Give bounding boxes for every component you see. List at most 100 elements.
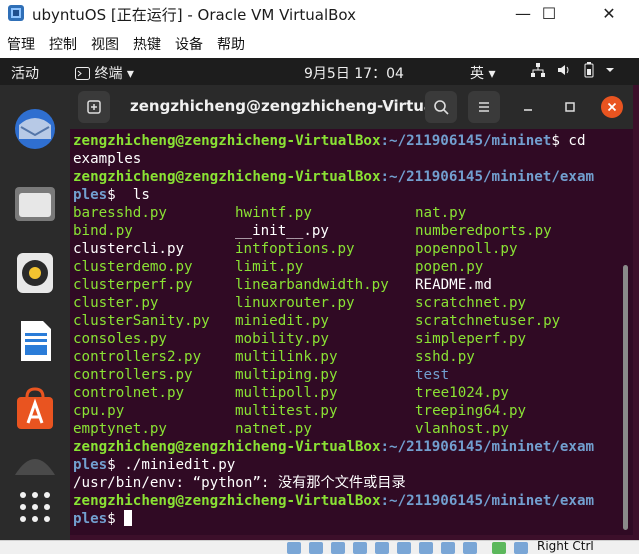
menu-control[interactable]: 控制 — [49, 34, 77, 54]
chevron-down-icon — [606, 68, 615, 72]
display-icon[interactable] — [419, 542, 433, 554]
hard-disk-icon[interactable] — [287, 542, 301, 554]
file-entry: README.md — [415, 277, 492, 293]
menu-devices[interactable]: 设备 — [175, 34, 203, 54]
terminal-small-icon — [75, 67, 90, 80]
clock[interactable]: 9月5日 17：04 — [304, 63, 404, 83]
ls-row: clustercli.py intfoptions.py popenpoll.py — [73, 240, 621, 258]
terminal-close-button[interactable] — [601, 96, 623, 118]
input-method-indicator[interactable]: 英 ▾ — [470, 63, 495, 83]
file-entry: popen.py — [415, 259, 484, 275]
file-entry: controllers.py — [73, 367, 193, 383]
menu-hotkeys[interactable]: 热键 — [133, 34, 161, 54]
system-tray[interactable] — [530, 62, 615, 82]
libreoffice-writer-icon[interactable] — [11, 317, 59, 365]
terminal-line: zengzhicheng@zengzhicheng-VirtualBox:~/2… — [73, 439, 595, 455]
terminal-app-menu[interactable]: 终端 ▾ — [75, 63, 134, 83]
file-entry: vlanhost.py — [415, 421, 509, 437]
network-adapter-icon[interactable] — [353, 542, 367, 554]
file-entry: hwintf.py — [235, 205, 312, 221]
menu-view[interactable]: 视图 — [91, 34, 119, 54]
chevron-down-icon: ▾ — [126, 66, 134, 82]
ls-row: clusterperf.py linearbandwidth.py README.m… — [73, 276, 621, 294]
file-entry: limit.py — [235, 259, 304, 275]
file-entry: controllers2.py — [73, 349, 202, 365]
file-entry: cpu.py — [73, 403, 125, 419]
file-entry: clusterdemo.py — [73, 259, 193, 275]
file-entry: multilink.py — [235, 349, 338, 365]
file-entry: multipoll.py — [235, 385, 338, 401]
file-entry: nat.py — [415, 205, 467, 221]
terminal-header-bar[interactable]: zengzhicheng@zengzhicheng-Virtua... — [70, 85, 633, 129]
terminal-line: examples — [73, 151, 142, 167]
ls-output: baresshd.py hwintf.py nat.py bind.py __init_… — [73, 204, 621, 438]
files-icon[interactable] — [11, 179, 59, 227]
rhythmbox-icon[interactable] — [11, 249, 59, 297]
software-center-icon[interactable] — [11, 385, 59, 433]
terminal-maximize-button[interactable] — [560, 97, 580, 117]
chevron-down-icon: ▾ — [488, 66, 496, 82]
shared-folder-icon[interactable] — [397, 542, 411, 554]
minimize-icon — [524, 109, 532, 111]
menu-help[interactable]: 帮助 — [217, 34, 245, 54]
terminal-window[interactable]: zengzhicheng@zengzhicheng-Virtua... zeng… — [70, 85, 633, 535]
ls-row: controlnet.py multipoll.py tree1024.py — [73, 384, 621, 402]
show-apps-icon[interactable] — [11, 481, 59, 529]
maximize-button[interactable]: ☐ — [526, 0, 572, 27]
file-entry: test — [415, 367, 450, 383]
host-status-bar: Right Ctrl — [0, 540, 639, 554]
search-button[interactable] — [425, 91, 457, 123]
terminal-line: zengzhicheng@zengzhicheng-VirtualBox:~/2… — [73, 493, 595, 509]
gnome-top-bar: 活动 终端 ▾ 9月5日 17：04 英 ▾ — [0, 58, 639, 85]
file-entry: linuxrouter.py — [235, 295, 355, 311]
file-entry: scratchnetuser.py — [415, 313, 561, 329]
file-entry: popenpoll.py — [415, 241, 518, 257]
ls-row: consoles.py mobility.py simpleperf.py — [73, 330, 621, 348]
input-method-label: 英 — [470, 66, 484, 82]
volume-icon — [558, 65, 569, 75]
file-entry: linearbandwidth.py — [235, 277, 389, 293]
file-entry: bind.py — [73, 223, 133, 239]
error-message: /usr/bin/env: “python”: 没有那个文件或目录 — [73, 475, 406, 491]
menu-button[interactable] — [468, 91, 500, 123]
ls-row: baresshd.py hwintf.py nat.py — [73, 204, 621, 222]
file-entry: multiping.py — [235, 367, 338, 383]
maximize-icon — [565, 102, 575, 112]
ls-row: bind.py __init__.py numberedports.py — [73, 222, 621, 240]
new-tab-button[interactable] — [78, 91, 110, 123]
file-entry: intfoptions.py — [235, 241, 355, 257]
terminal-line: zengzhicheng@zengzhicheng-VirtualBox:~/2… — [73, 169, 595, 185]
keyboard-icon[interactable] — [514, 542, 528, 554]
terminal-line: ples$ ./miniedit.py — [73, 457, 236, 473]
ls-row: controllers2.py multilink.py sshd.py — [73, 348, 621, 366]
optical-drive-icon[interactable] — [309, 542, 323, 554]
cpu-icon[interactable] — [463, 542, 477, 554]
mouse-integration-icon[interactable] — [492, 542, 506, 554]
close-window-button[interactable]: ✕ — [586, 0, 632, 27]
file-entry: consoles.py — [73, 331, 167, 347]
usb-icon[interactable] — [375, 542, 389, 554]
file-entry: clusterSanity.py — [73, 313, 210, 329]
thunderbird-icon[interactable] — [11, 105, 59, 153]
menu-manage[interactable]: 管理 — [7, 34, 35, 54]
terminal-scrollbar[interactable] — [623, 265, 628, 530]
file-entry: controlnet.py — [73, 385, 185, 401]
terminal-output[interactable]: zengzhicheng@zengzhicheng-VirtualBox:~/2… — [73, 132, 621, 532]
close-icon — [607, 102, 617, 112]
text-cursor — [124, 510, 133, 526]
close-icon: ✕ — [602, 4, 616, 23]
dock — [0, 85, 70, 540]
hamburger-menu-icon — [479, 102, 489, 112]
file-entry: cluster.py — [73, 295, 159, 311]
terminal-line: zengzhicheng@zengzhicheng-VirtualBox:~/2… — [73, 133, 586, 149]
new-tab-icon — [87, 100, 101, 114]
ls-row: cpu.py multitest.py treeping64.py — [73, 402, 621, 420]
file-entry: emptynet.py — [73, 421, 167, 437]
audio-icon[interactable] — [331, 542, 345, 554]
virtualbox-icon — [6, 3, 26, 23]
file-entry: simpleperf.py — [415, 331, 527, 347]
terminal-minimize-button[interactable] — [518, 97, 538, 117]
recording-icon[interactable] — [441, 542, 455, 554]
activities-button[interactable]: 活动 — [11, 63, 39, 83]
file-entry: __init__.py — [235, 223, 329, 239]
